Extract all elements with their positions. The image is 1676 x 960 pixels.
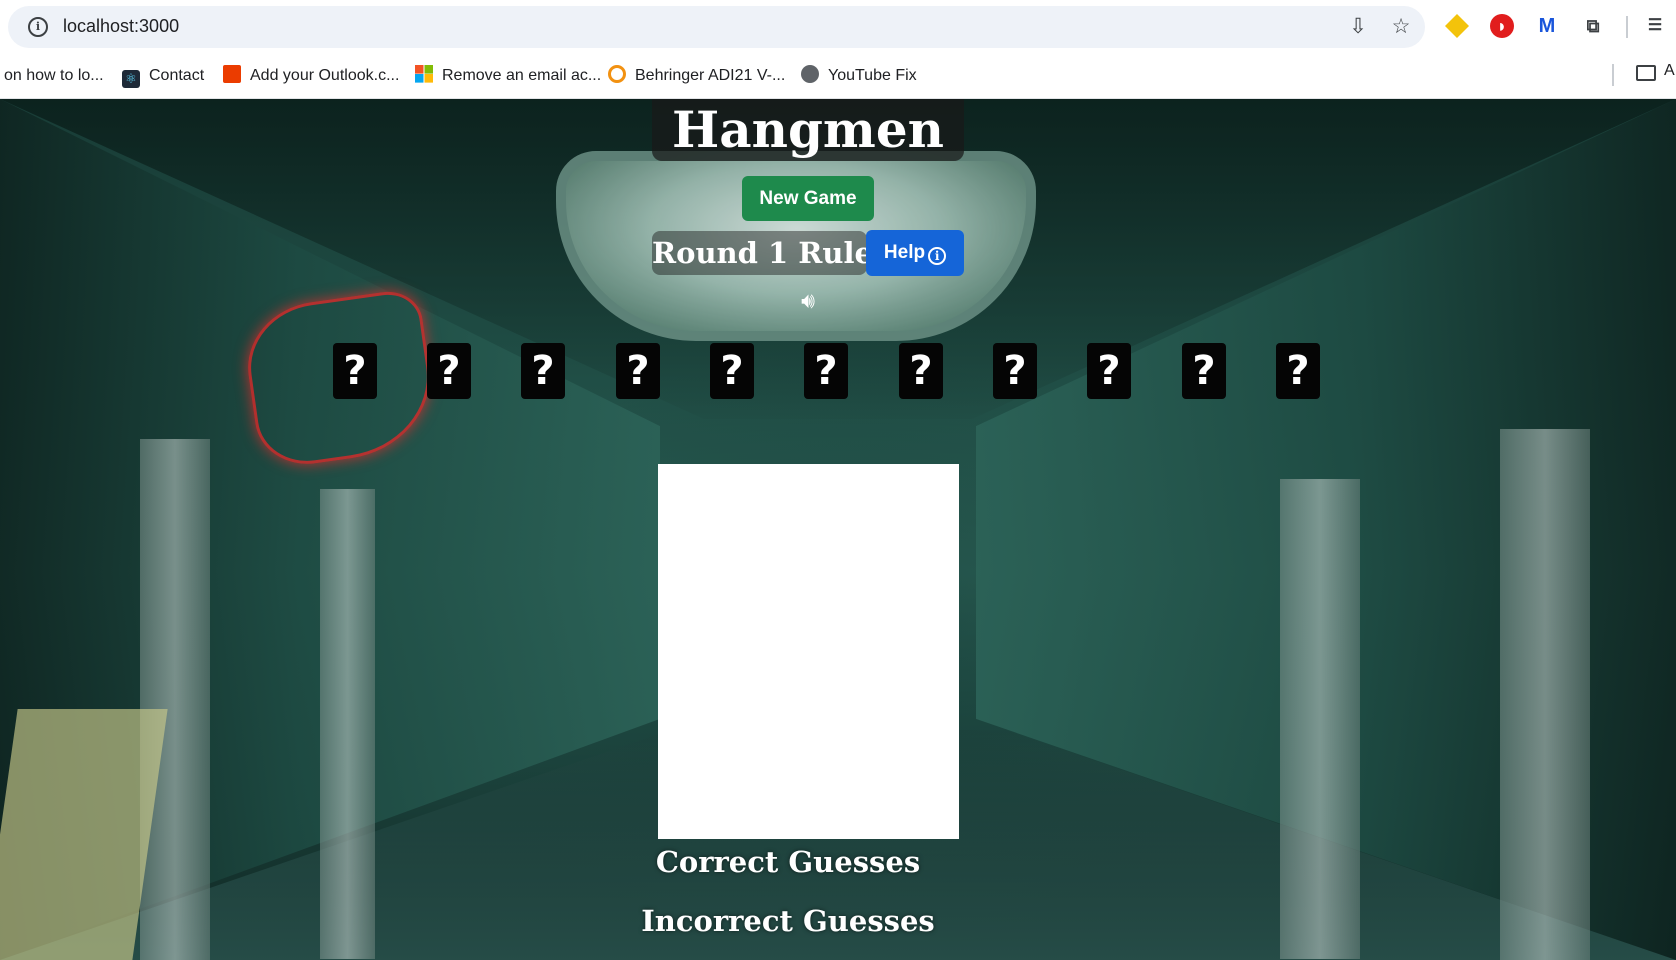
install-app-icon[interactable]: ⇩ bbox=[1345, 15, 1371, 39]
react-icon: ⚛ bbox=[122, 70, 140, 88]
game-page: Hangmen New Game Round 1 Rules - Help i 🔊… bbox=[0, 99, 1676, 960]
url-text[interactable]: localhost:3000 bbox=[63, 16, 179, 37]
bookmark-label: on how to lo... bbox=[4, 67, 104, 84]
globe-icon bbox=[801, 65, 819, 83]
hangman-drawing-area bbox=[658, 464, 959, 839]
toolbar-divider bbox=[1626, 16, 1628, 38]
bookmark-item[interactable]: YouTube Fix bbox=[801, 64, 917, 88]
bookmark-item[interactable]: on how to lo... bbox=[4, 64, 104, 88]
word-tiles: ? ? ? ? ? ? ? ? ? ? ? bbox=[333, 343, 1333, 399]
info-icon: i bbox=[928, 246, 947, 265]
correct-guesses-heading: Correct Guesses bbox=[655, 845, 921, 879]
bookmark-item[interactable]: Behringer ADI21 V-... bbox=[608, 64, 785, 88]
bookmark-label: Add your Outlook.c... bbox=[250, 67, 400, 84]
reading-list-icon[interactable]: ☰ bbox=[1643, 14, 1667, 38]
letter-tile: ? bbox=[710, 343, 754, 399]
help-label: Help bbox=[883, 241, 926, 263]
letter-tile: ? bbox=[333, 343, 377, 399]
background-pillar bbox=[140, 439, 210, 960]
letter-tile: ? bbox=[1182, 343, 1226, 399]
background-pillar bbox=[1280, 479, 1360, 959]
bookmark-label: Behringer ADI21 V-... bbox=[635, 67, 786, 84]
folder-icon[interactable] bbox=[1636, 65, 1656, 81]
background-pillar bbox=[1500, 429, 1590, 960]
bookmark-star-icon[interactable]: ☆ bbox=[1388, 15, 1414, 39]
microsoft-icon bbox=[415, 65, 433, 83]
all-bookmarks-label[interactable]: A bbox=[1664, 62, 1675, 80]
background-pillar bbox=[320, 489, 375, 959]
speaker-icon[interactable]: 🔊︎ bbox=[795, 290, 821, 312]
g-icon bbox=[608, 65, 626, 83]
extensions-puzzle-icon[interactable]: ⧉ bbox=[1581, 14, 1605, 38]
bookmark-item[interactable]: Remove an email ac... bbox=[415, 64, 601, 88]
incorrect-guesses-heading: Incorrect Guesses bbox=[641, 904, 935, 938]
extension-yellow-icon[interactable] bbox=[1445, 14, 1469, 38]
letter-tile: ? bbox=[1276, 343, 1320, 399]
extension-m-icon[interactable]: M bbox=[1535, 14, 1559, 38]
bookmark-label: Contact bbox=[149, 67, 205, 84]
bookmark-label: YouTube Fix bbox=[828, 67, 917, 84]
bookmark-item[interactable]: ⚛ Contact bbox=[122, 64, 204, 88]
help-button[interactable]: Help i bbox=[866, 230, 964, 276]
bookmark-item[interactable]: Add your Outlook.c... bbox=[223, 64, 399, 88]
letter-tile: ? bbox=[616, 343, 660, 399]
bookmark-label: Remove an email ac... bbox=[442, 67, 602, 84]
letter-tile: ? bbox=[1087, 343, 1131, 399]
new-game-button[interactable]: New Game bbox=[742, 176, 874, 221]
game-title: Hangmen bbox=[671, 100, 945, 159]
letter-tile: ? bbox=[993, 343, 1037, 399]
bookmarks-divider bbox=[1612, 64, 1614, 86]
letter-tile: ? bbox=[521, 343, 565, 399]
letter-tile: ? bbox=[427, 343, 471, 399]
browser-toolbar: localhost:3000 ⇩ ☆ ◗ M ⧉ ☰ bbox=[0, 0, 1676, 54]
bookmarks-bar: on how to lo... ⚛ Contact Add your Outloo… bbox=[0, 54, 1676, 99]
site-info-icon[interactable] bbox=[28, 17, 48, 37]
address-bar[interactable]: localhost:3000 ⇩ ☆ bbox=[8, 6, 1425, 48]
office-icon bbox=[223, 65, 241, 83]
letter-tile: ? bbox=[899, 343, 943, 399]
extension-red-icon[interactable]: ◗ bbox=[1490, 14, 1514, 38]
letter-tile: ? bbox=[804, 343, 848, 399]
